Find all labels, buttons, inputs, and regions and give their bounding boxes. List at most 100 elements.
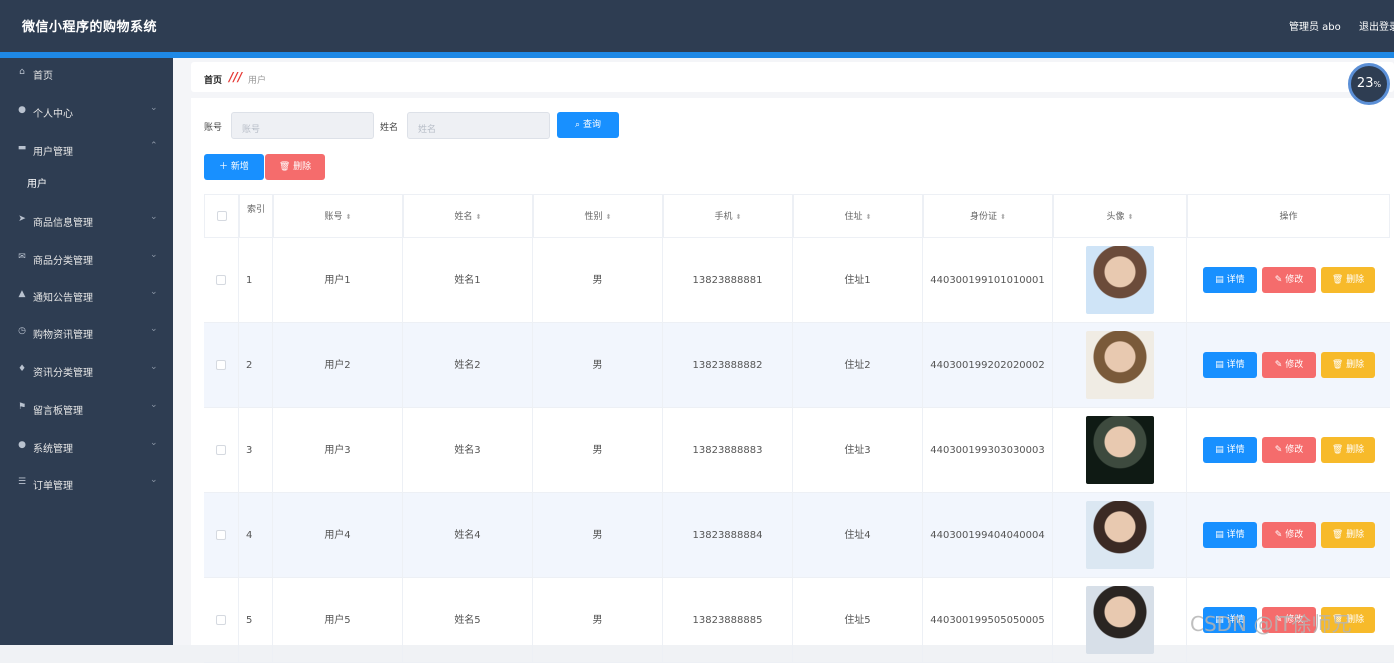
query-button-label: 查询 — [582, 120, 601, 130]
delete-button-label: 删除 — [1346, 275, 1365, 285]
column-header-1[interactable]: 账号 ⬍ — [273, 194, 403, 238]
breadcrumb: 首页 /// 用户 — [191, 62, 1394, 92]
gauge-unit: % — [1373, 80, 1382, 89]
column-header-4[interactable]: 手机 ⬍ — [663, 194, 793, 238]
cell-account: 用户3 — [273, 408, 403, 493]
column-header-label: 头像 — [1106, 212, 1125, 222]
main-content: 首页 /// 用户 账号 账号 姓名 姓名 ⌕ 查询 ＋ 新增 🗑 删除 索引账… — [173, 58, 1394, 663]
sidebar-item-4[interactable]: ✉ 商品分类管理 ⌄ — [0, 247, 173, 269]
cell-gender: 男 — [533, 578, 663, 663]
sort-icon[interactable]: ⬍ — [476, 213, 482, 221]
account-search-input[interactable]: 账号 — [231, 112, 374, 139]
add-button[interactable]: ＋ 新增 — [204, 154, 264, 180]
column-header-7[interactable]: 头像 ⬍ — [1053, 194, 1187, 238]
detail-button[interactable]: ▤ 详情 — [1203, 267, 1257, 293]
edit-icon: ✎ — [1274, 445, 1286, 455]
query-button[interactable]: ⌕ 查询 — [557, 112, 619, 138]
row-checkbox[interactable] — [216, 615, 226, 625]
cell-name: 姓名4 — [403, 493, 533, 578]
cell-index: 4 — [239, 493, 273, 578]
breadcrumb-home[interactable]: 首页 — [204, 73, 222, 86]
sidebar-item-5[interactable]: ▲ 通知公告管理 ⌄ — [0, 284, 173, 306]
column-header-label: 姓名 — [454, 212, 473, 222]
column-header-8: 操作 — [1187, 194, 1390, 238]
delete-button[interactable]: 🗑 删除 — [1321, 352, 1375, 378]
sidebar-item-6[interactable]: ◷ 购物资讯管理 ⌄ — [0, 321, 173, 343]
sort-icon[interactable]: ⬍ — [736, 213, 742, 221]
trash-icon: 🗑 — [278, 162, 294, 172]
cell-address: 住址4 — [793, 493, 923, 578]
row-checkbox[interactable] — [216, 445, 226, 455]
batch-delete-button[interactable]: 🗑 删除 — [265, 154, 325, 180]
cell-actions: ▤ 详情 ✎ 修改 🗑 删除 — [1187, 408, 1390, 493]
detail-button-label: 详情 — [1226, 360, 1245, 370]
column-header-6[interactable]: 身份证 ⬍ — [923, 194, 1053, 238]
column-header-3[interactable]: 性别 ⬍ — [533, 194, 663, 238]
cell-avatar — [1053, 408, 1187, 493]
document-icon: ▤ — [1215, 275, 1227, 285]
logout-link[interactable]: 退出登录 — [1359, 18, 1394, 33]
user-list-panel: 账号 账号 姓名 姓名 ⌕ 查询 ＋ 新增 🗑 删除 索引 账号 ⬍ 姓名 ⬍ 性别 ⬍ 手机… — [191, 98, 1394, 663]
avatar-image[interactable] — [1086, 246, 1154, 314]
edit-button[interactable]: ✎ 修改 — [1262, 267, 1316, 293]
edit-button[interactable]: ✎ 修改 — [1262, 437, 1316, 463]
sidebar-item-1[interactable]: ● 个人中心 ⌄ — [0, 100, 173, 122]
table-row: 4 用户4 姓名4 男 13823888884 住址4 440300199404040004… — [204, 493, 1390, 578]
edit-button[interactable]: ✎ 修改 — [1262, 352, 1316, 378]
sort-icon[interactable]: ⬍ — [1128, 213, 1134, 221]
sort-icon[interactable]: ⬍ — [1000, 213, 1006, 221]
column-header-0[interactable]: 索引 — [239, 194, 273, 238]
cell-idcard: 440300199303030003 — [923, 408, 1053, 493]
cell-address: 住址1 — [793, 238, 923, 323]
cell-avatar — [1053, 238, 1187, 323]
chevron-down-icon: ⌄ — [150, 400, 158, 410]
cell-avatar — [1053, 493, 1187, 578]
top-header: 微信小程序的购物系统 管理员 abo 退出登录 — [0, 0, 1394, 52]
column-header-2[interactable]: 姓名 ⬍ — [403, 194, 533, 238]
cell-phone: 13823888883 — [663, 408, 793, 493]
sidebar-item-label: 购物资讯管理 — [33, 330, 93, 341]
sidebar-item-10[interactable]: ☰ 订单管理 ⌄ — [0, 472, 173, 494]
row-checkbox[interactable] — [216, 530, 226, 540]
avatar-image[interactable] — [1086, 331, 1154, 399]
sort-icon[interactable]: ⬍ — [606, 213, 612, 221]
sidebar-item-2[interactable]: ▬ 用户管理 ⌃ — [0, 138, 173, 160]
delete-button-label: 删除 — [1346, 445, 1365, 455]
detail-button[interactable]: ▤ 详情 — [1203, 352, 1257, 378]
avatar-image[interactable] — [1086, 586, 1154, 654]
sort-icon[interactable]: ⬍ — [346, 213, 352, 221]
sidebar-item-7[interactable]: ♦ 资讯分类管理 ⌄ — [0, 359, 173, 381]
sidebar-item-9[interactable]: ● 系统管理 ⌄ — [0, 435, 173, 457]
send-icon: ➤ — [18, 214, 26, 224]
sidebar-item-8[interactable]: ⚑ 留言板管理 ⌄ — [0, 397, 173, 419]
document-icon: ▤ — [1215, 360, 1227, 370]
user-icon: ● — [18, 105, 26, 115]
progress-gauge: 23% — [1348, 63, 1390, 105]
row-checkbox[interactable] — [216, 275, 226, 285]
sidebar-item-3[interactable]: ➤ 商品信息管理 ⌄ — [0, 209, 173, 231]
column-header-label: 身份证 — [970, 212, 998, 222]
cell-phone: 13823888884 — [663, 493, 793, 578]
cell-idcard: 440300199202020002 — [923, 323, 1053, 408]
detail-button[interactable]: ▤ 详情 — [1203, 522, 1257, 548]
mail-icon: ✉ — [18, 252, 26, 262]
sidebar-subitem-user[interactable]: 用户 — [27, 175, 47, 190]
delete-button[interactable]: 🗑 删除 — [1321, 522, 1375, 548]
select-all-checkbox[interactable] — [217, 211, 227, 221]
app-title: 微信小程序的购物系统 — [22, 20, 158, 35]
row-checkbox[interactable] — [216, 360, 226, 370]
column-header-5[interactable]: 住址 ⬍ — [793, 194, 923, 238]
edit-button[interactable]: ✎ 修改 — [1262, 522, 1316, 548]
detail-button[interactable]: ▤ 详情 — [1203, 437, 1257, 463]
table-row: 1 用户1 姓名1 男 13823888881 住址1 440300199101010001… — [204, 238, 1390, 323]
cell-idcard: 440300199505050005 — [923, 578, 1053, 663]
sidebar-item-0[interactable]: ⌂ 首页 — [0, 62, 173, 84]
sort-icon[interactable]: ⬍ — [866, 213, 872, 221]
delete-button[interactable]: 🗑 删除 — [1321, 267, 1375, 293]
avatar-image[interactable] — [1086, 501, 1154, 569]
column-header-label: 手机 — [714, 212, 733, 222]
name-search-input[interactable]: 姓名 — [407, 112, 550, 139]
cell-actions: ▤ 详情 ✎ 修改 🗑 删除 — [1187, 493, 1390, 578]
delete-button[interactable]: 🗑 删除 — [1321, 437, 1375, 463]
avatar-image[interactable] — [1086, 416, 1154, 484]
